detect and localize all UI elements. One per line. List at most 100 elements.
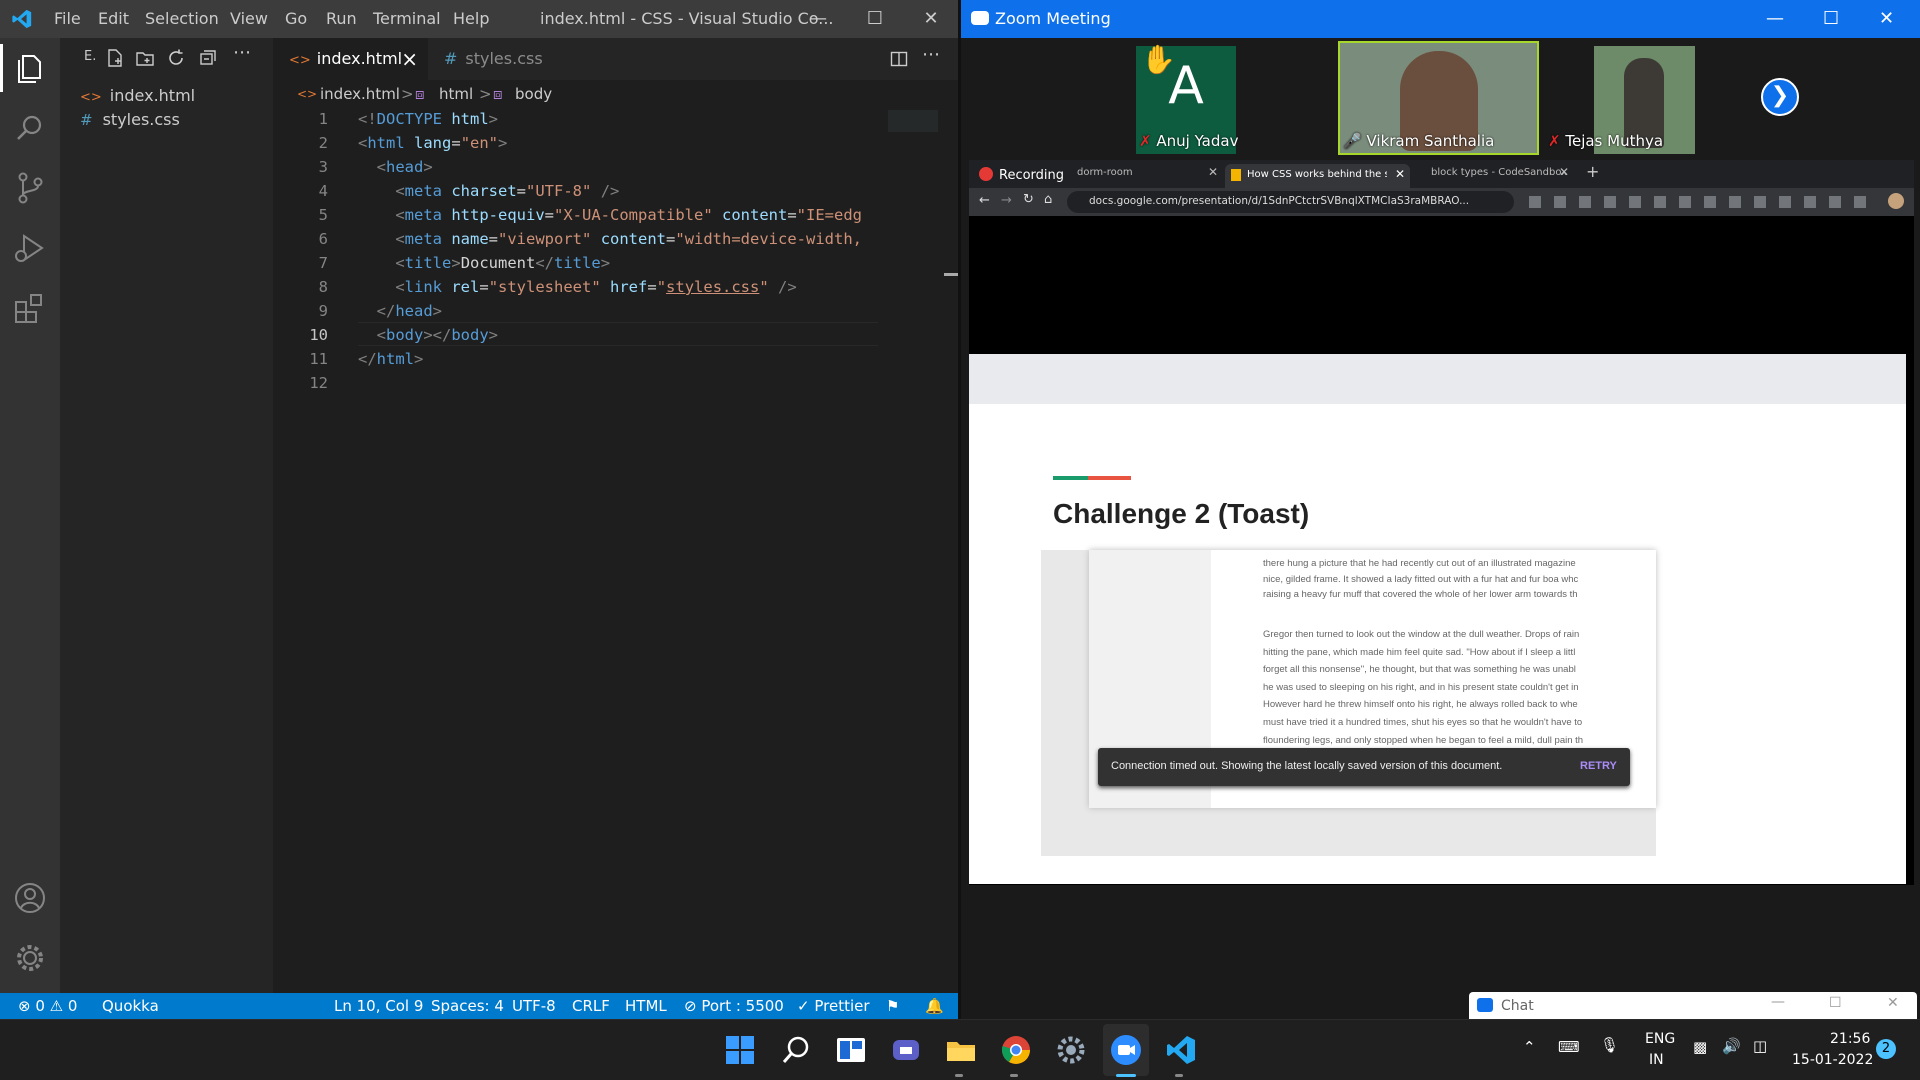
- language-mode[interactable]: HTML: [625, 993, 667, 1019]
- teams-chat-icon[interactable]: [890, 1034, 922, 1066]
- accounts-icon[interactable]: [10, 878, 50, 918]
- vscode-logo-icon: [12, 9, 32, 29]
- breadcrumb-html[interactable]: html: [439, 80, 473, 108]
- presentation-slide: Challenge 2 (Toast) there hung a picture…: [969, 354, 1906, 884]
- more-actions-icon[interactable]: ⋯: [233, 42, 251, 63]
- clock-time[interactable]: 21:56: [1830, 1031, 1870, 1047]
- css-file-icon: #: [80, 111, 93, 129]
- vscode-app-icon[interactable]: [1165, 1034, 1197, 1066]
- refresh-icon[interactable]: [166, 48, 186, 68]
- reload-icon[interactable]: ↻: [1023, 192, 1034, 207]
- close-tab-icon[interactable]: ✕: [1395, 167, 1405, 181]
- minimize-button[interactable]: —: [1771, 994, 1785, 1010]
- notification-badge[interactable]: 2: [1876, 1039, 1896, 1059]
- menu-terminal[interactable]: Terminal: [373, 9, 441, 28]
- encoding[interactable]: UTF-8: [512, 993, 556, 1019]
- breadcrumb-body[interactable]: body: [515, 80, 552, 108]
- extensions-toolbar[interactable]: [1529, 196, 1879, 208]
- manage-gear-icon[interactable]: [10, 938, 50, 978]
- settings-gear-icon[interactable]: [1055, 1034, 1087, 1066]
- zoom-app-icon[interactable]: [1110, 1034, 1142, 1066]
- retry-button[interactable]: RETRY: [1580, 760, 1617, 772]
- tab-label: index.html: [316, 49, 403, 68]
- minimize-button[interactable]: —: [1766, 0, 1784, 38]
- volume-icon[interactable]: 🔊: [1722, 1037, 1741, 1055]
- close-tab-icon[interactable]: ×: [401, 38, 418, 80]
- collapse-all-icon[interactable]: [197, 48, 217, 68]
- chat-panel[interactable]: Chat — ☐ ✕: [1469, 992, 1917, 1019]
- file-explorer-icon[interactable]: [945, 1034, 977, 1066]
- end-of-line[interactable]: CRLF: [572, 993, 610, 1019]
- code-editor[interactable]: 1 2 3 4 5 6 7 8 9 10 11 12 <!DOCTYPE html> <html la…: [273, 108, 960, 993]
- browser-tab-active[interactable]: How CSS works behind the sc ✕: [1225, 164, 1410, 188]
- source-control-icon[interactable]: [10, 168, 50, 208]
- participant-name-label: Anuj Yadav: [1156, 132, 1239, 150]
- menu-view[interactable]: View: [230, 9, 268, 28]
- breadcrumb-file[interactable]: index.html: [320, 80, 400, 108]
- browser-tab[interactable]: block types - CodeSandbox: [1431, 167, 1567, 178]
- next-page-button[interactable]: ❯: [1761, 78, 1799, 116]
- close-window-button[interactable]: ✕: [911, 5, 951, 33]
- indentation[interactable]: Spaces: 4: [431, 993, 504, 1019]
- start-windows-icon[interactable]: [724, 1034, 756, 1066]
- menu-selection[interactable]: Selection: [145, 9, 219, 28]
- feedback-icon[interactable]: ⚑: [886, 993, 899, 1019]
- explorer-icon[interactable]: [10, 48, 50, 88]
- extensions-icon[interactable]: [10, 288, 50, 328]
- menu-file[interactable]: File: [54, 9, 81, 28]
- profile-avatar[interactable]: [1888, 193, 1904, 209]
- code-line: <html lang="en">: [358, 134, 508, 152]
- language-indicator[interactable]: ENG: [1645, 1031, 1675, 1047]
- microphone-icon[interactable]: 🎙: [1600, 1036, 1619, 1054]
- status-bar: ⊗ 0 ⚠ 0 Quokka Ln 10, Col 9 Spaces: 4 UT…: [0, 993, 960, 1019]
- maximize-button[interactable]: ☐: [1823, 0, 1839, 38]
- search-icon[interactable]: [780, 1034, 812, 1066]
- menu-edit[interactable]: Edit: [98, 9, 129, 28]
- file-item-styles-css[interactable]: # styles.css: [80, 108, 180, 132]
- close-window-button[interactable]: ✕: [1879, 0, 1894, 38]
- new-file-icon[interactable]: [105, 48, 125, 68]
- keyboard-icon[interactable]: ⌨: [1558, 1038, 1580, 1056]
- menu-go[interactable]: Go: [285, 9, 307, 28]
- search-icon[interactable]: [10, 108, 50, 148]
- line-number: 2: [318, 134, 328, 152]
- show-hidden-icons[interactable]: ⌃: [1523, 1038, 1536, 1056]
- run-debug-icon[interactable]: [10, 228, 50, 268]
- address-bar[interactable]: docs.google.com/presentation/d/1SdnPCtct…: [1067, 191, 1514, 213]
- minimap-slider[interactable]: [888, 110, 938, 132]
- problems-indicator[interactable]: ⊗ 0 ⚠ 0: [18, 993, 77, 1019]
- new-tab-icon[interactable]: +: [1586, 162, 1599, 181]
- prettier-status[interactable]: ✓ Prettier: [797, 993, 870, 1019]
- quokka-status[interactable]: Quokka: [102, 993, 159, 1019]
- network-icon[interactable]: ▩: [1693, 1038, 1707, 1056]
- back-icon[interactable]: ←: [979, 193, 990, 208]
- tab-styles-css[interactable]: # styles.css: [428, 38, 578, 80]
- tab-index-html[interactable]: <> index.html ×: [273, 38, 428, 80]
- clock-date[interactable]: 15-01-2022: [1792, 1052, 1873, 1068]
- maximize-button[interactable]: ☐: [855, 5, 895, 33]
- file-item-index-html[interactable]: <> index.html: [80, 84, 195, 108]
- close-button[interactable]: ✕: [1887, 995, 1899, 1011]
- live-server-port[interactable]: ⊘ Port : 5500: [684, 993, 784, 1019]
- menu-run[interactable]: Run: [326, 9, 357, 28]
- menu-help[interactable]: Help: [453, 9, 489, 28]
- split-editor-icon[interactable]: [890, 50, 908, 68]
- cursor-position[interactable]: Ln 10, Col 9: [334, 993, 423, 1019]
- home-icon[interactable]: ⌂: [1044, 192, 1052, 207]
- code-line: </html>: [358, 350, 424, 368]
- new-folder-icon[interactable]: [135, 48, 155, 68]
- forward-icon[interactable]: →: [1001, 193, 1012, 208]
- close-tab-icon[interactable]: ✕: [1208, 165, 1218, 179]
- battery-icon[interactable]: ◫: [1753, 1037, 1767, 1055]
- scroll-indicator: [944, 273, 958, 276]
- notifications-bell-icon[interactable]: 🔔: [925, 993, 944, 1019]
- close-tab-icon[interactable]: ✕: [1559, 165, 1569, 179]
- task-view-icon[interactable]: [835, 1034, 867, 1066]
- tab-label: styles.css: [465, 49, 543, 68]
- maximize-button[interactable]: ☐: [1829, 995, 1842, 1011]
- minimize-button[interactable]: —: [798, 5, 838, 33]
- minimap[interactable]: [880, 108, 958, 993]
- more-actions-icon[interactable]: ⋯: [922, 44, 940, 65]
- chrome-icon[interactable]: [1000, 1034, 1032, 1066]
- browser-tab[interactable]: dorm-room: [1077, 167, 1133, 178]
